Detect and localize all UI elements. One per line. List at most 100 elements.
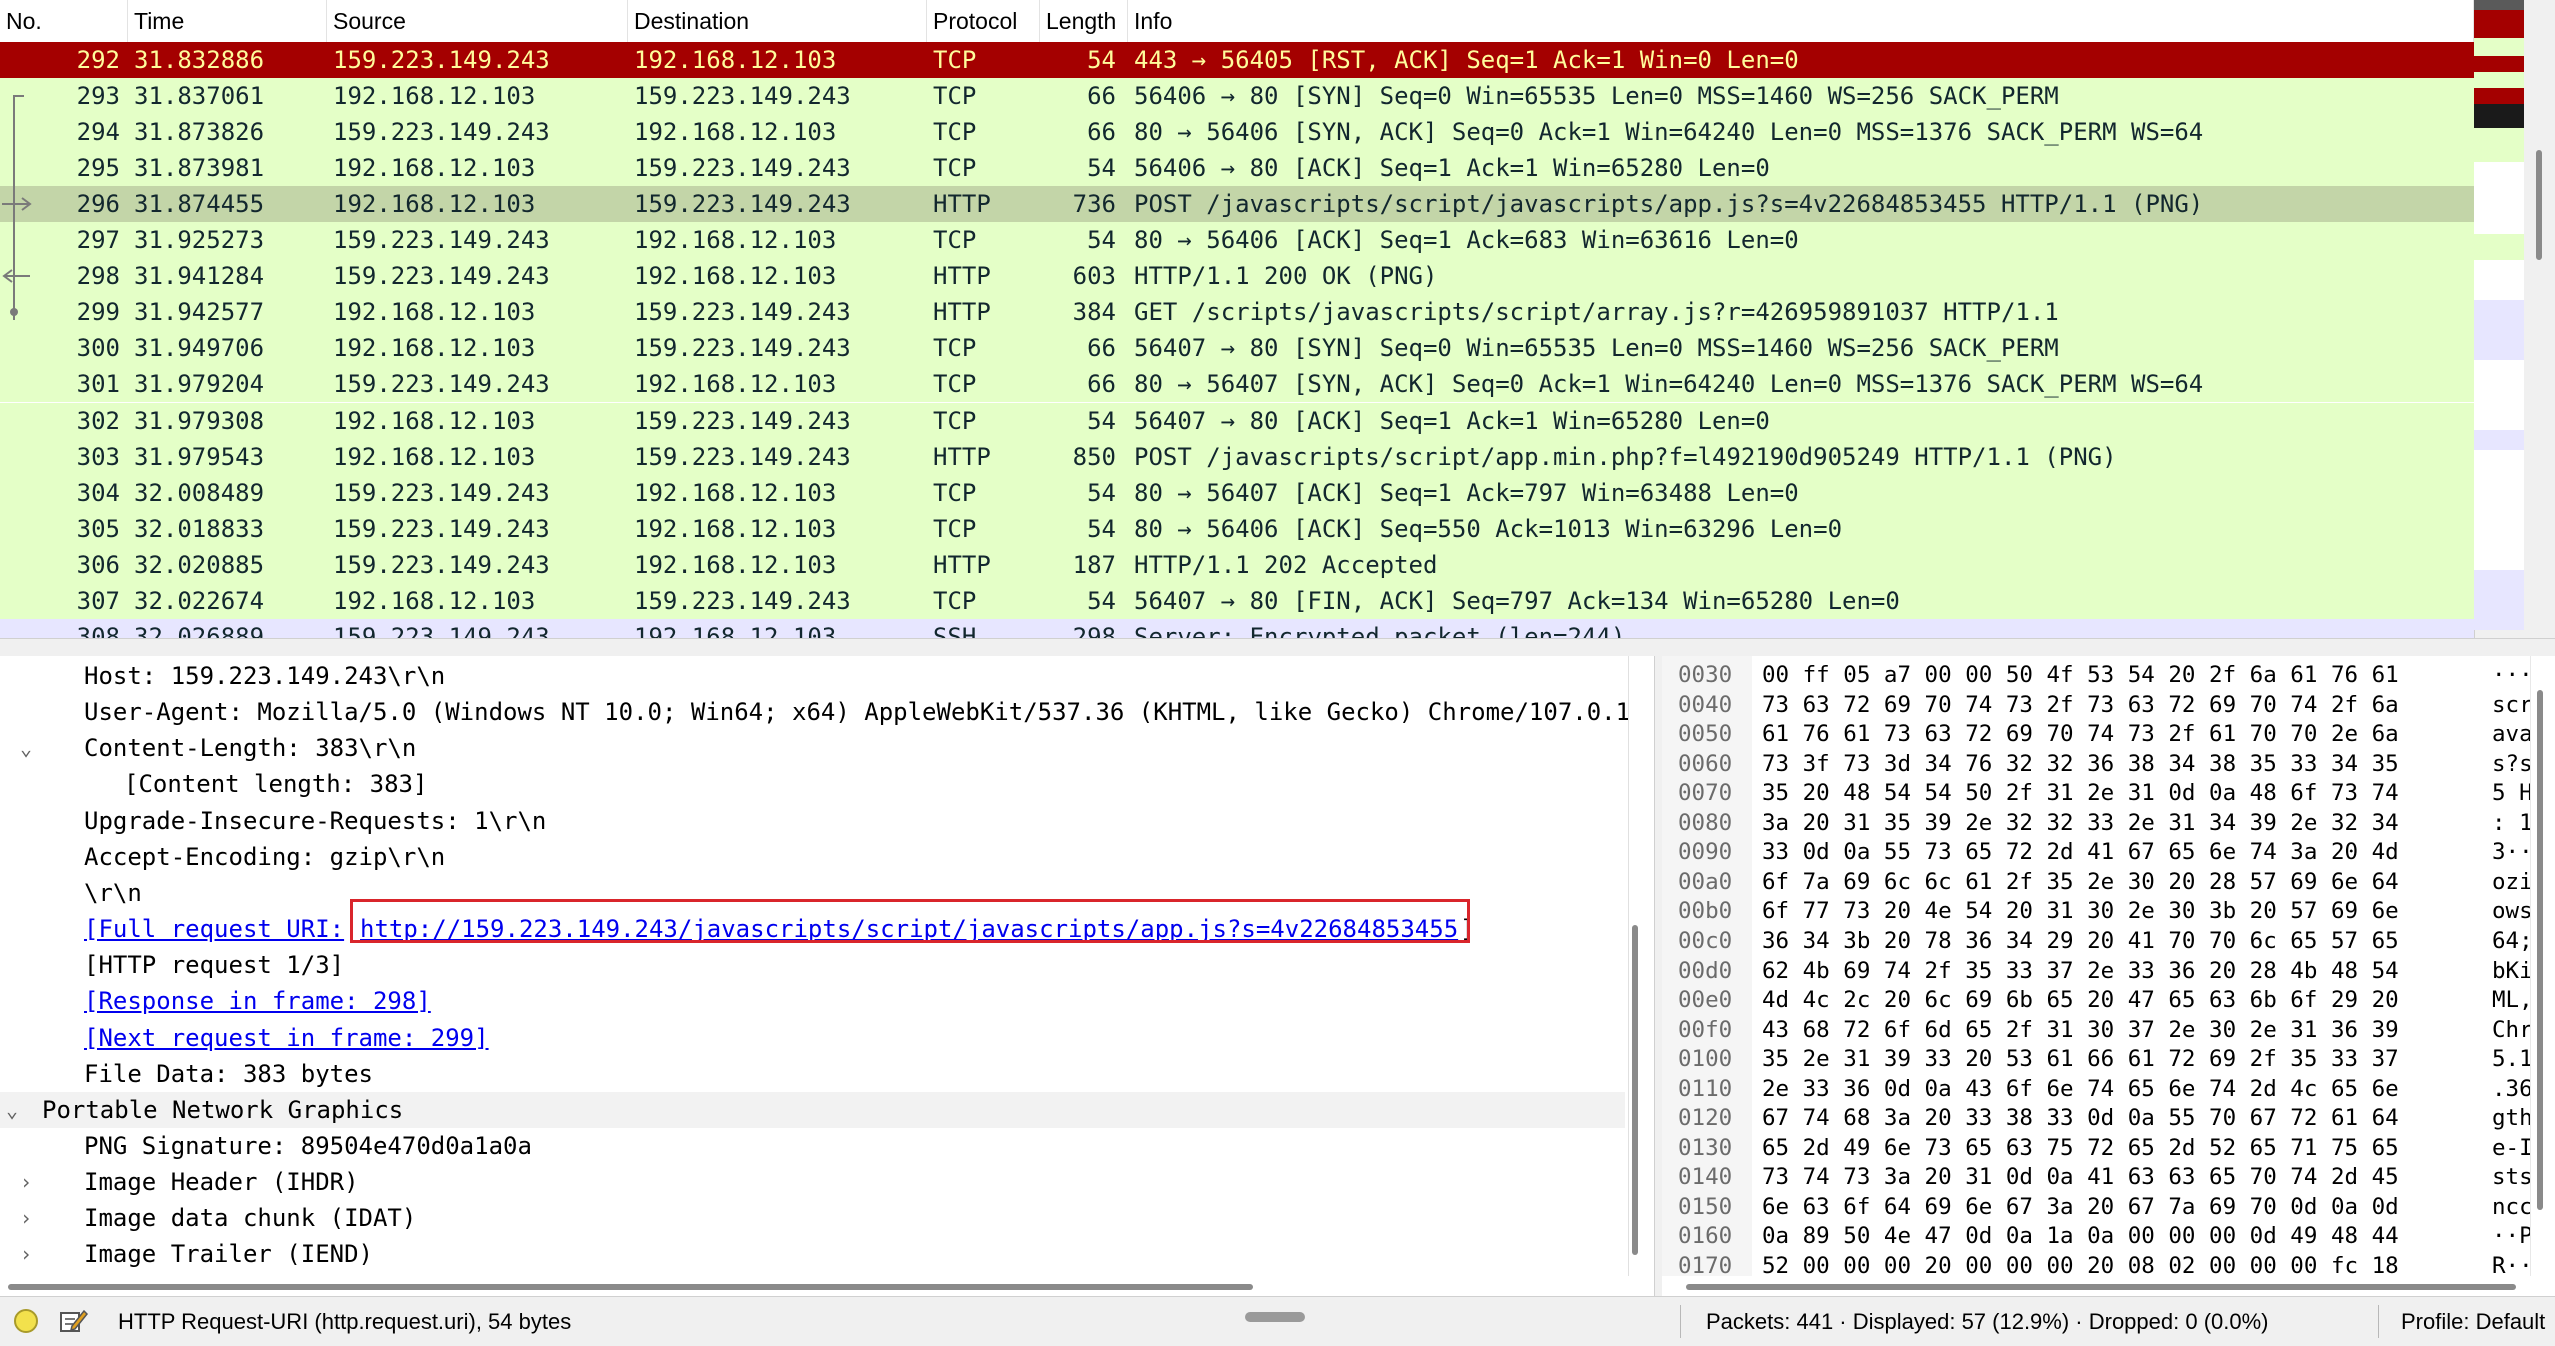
bytes-ascii[interactable]: ··P [2492,1221,2533,1251]
bytes-hex[interactable]: 6f 77 73 20 4e 54 20 31 30 2e 30 3b 20 5… [1762,896,2399,926]
bytes-ascii[interactable]: ncc [2492,1192,2533,1222]
bytes-hex[interactable]: 61 76 61 73 63 72 69 70 74 73 2f 61 70 7… [1762,719,2399,749]
packet-row[interactable]: 300 31.949706 192.168.12.103 159.223.149.24… [0,330,2474,367]
bytes-hex[interactable]: 2e 33 36 0d 0a 43 6f 6e 74 65 6e 74 2d 4… [1762,1074,2399,1104]
bytes-ascii[interactable]: 64; [2492,926,2533,956]
bytes-ascii[interactable]: 5 H [2492,778,2533,808]
packet-row[interactable]: 297 31.925273 159.223.149.243 192.168.12.10… [0,222,2474,259]
bytes-hex[interactable]: 65 2d 49 6e 73 65 63 75 72 65 2d 52 65 7… [1762,1133,2399,1163]
packet-row[interactable]: 295 31.873981 192.168.12.103 159.223.149.24… [0,150,2474,187]
bytes-hex[interactable]: 6f 7a 69 6c 6c 61 2f 35 2e 30 20 28 57 6… [1762,867,2399,897]
details-row[interactable]: [Content length: 383] [0,766,1625,802]
bytes-ascii[interactable]: ozi [2492,867,2533,897]
full-request-uri-label[interactable]: [Full request URI: [84,911,344,947]
bytes-hex[interactable]: 35 20 48 54 54 50 2f 31 2e 31 0d 0a 48 6… [1762,778,2399,808]
bytes-hex[interactable]: 73 74 73 3a 20 31 0d 0a 41 63 63 65 70 7… [1762,1162,2399,1192]
bytes-row[interactable]: 0150 6e 63 6f 64 69 6e 67 3a 20 67 7a 69 … [1662,1192,2555,1222]
details-row[interactable]: User-Agent: Mozilla/5.0 (Windows NT 10.0… [0,694,1628,730]
bytes-ascii[interactable]: R·· [2492,1251,2533,1276]
column-header[interactable]: Length [1040,0,1128,42]
packet-row[interactable]: 294 31.873826 159.223.149.243 192.168.12.10… [0,114,2474,151]
details-row[interactable]: Accept-Encoding: gzip\r\n [0,839,1625,875]
bytes-hex[interactable]: 6e 63 6f 64 69 6e 67 3a 20 67 7a 69 70 0… [1762,1192,2399,1222]
details-row[interactable]: Host: 159.223.149.243\r\n [0,658,1625,694]
bytes-row[interactable]: 0160 0a 89 50 4e 47 0d 0a 1a 0a 00 00 00 … [1662,1221,2555,1251]
bytes-row[interactable]: 00d0 62 4b 69 74 2f 35 33 37 2e 33 36 20 … [1662,956,2555,986]
packet-row[interactable]: 307 32.022674 192.168.12.103 159.223.149.24… [0,582,2474,619]
bytes-hex[interactable]: 0a 89 50 4e 47 0d 0a 1a 0a 00 00 00 0d 4… [1762,1221,2399,1251]
bytes-hex[interactable]: 36 34 3b 20 78 36 34 29 20 41 70 70 6c 6… [1762,926,2399,956]
bytes-row[interactable]: 0120 67 74 68 3a 20 33 38 33 0d 0a 55 70 … [1662,1103,2555,1133]
bytes-ascii[interactable]: scr [2492,690,2533,720]
details-row[interactable]: ⌄ Content-Length: 383\r\n [0,730,1625,766]
bytes-ascii[interactable]: Chr [2492,1015,2533,1045]
bytes-ascii[interactable]: 5.1 [2492,1044,2533,1074]
details-horizontal-scroll-thumb[interactable] [8,1284,1253,1290]
bytes-hex[interactable]: 4d 4c 2c 20 6c 69 6b 65 20 47 65 63 6b 6… [1762,985,2399,1015]
bytes-row[interactable]: 0130 65 2d 49 6e 73 65 63 75 72 65 2d 52 … [1662,1133,2555,1163]
details-row[interactable]: › Image Header (IHDR) [0,1164,1625,1200]
bytes-hex[interactable]: 73 63 72 69 70 74 73 2f 73 63 72 69 70 7… [1762,690,2399,720]
details-row[interactable]: › Image data chunk (IDAT) [0,1200,1625,1236]
packet-row[interactable]: 304 32.008489 159.223.149.243 192.168.12.10… [0,474,2474,511]
bytes-row[interactable]: 0170 52 00 00 00 20 00 00 00 20 08 02 00 … [1662,1251,2555,1276]
bytes-ascii[interactable]: .36 [2492,1074,2533,1104]
bytes-hex[interactable]: 33 0d 0a 55 73 65 72 2d 41 67 65 6e 74 3… [1762,837,2399,867]
bytes-horizontal-scroll-thumb[interactable] [1686,1284,2516,1290]
packet-row[interactable]: 292 31.832886 159.223.149.243 192.168.12.10… [0,42,2474,78]
details-row[interactable]: Upgrade-Insecure-Requests: 1\r\n [0,803,1625,839]
expand-arrow-icon[interactable]: › [20,1236,32,1272]
bytes-ascii[interactable]: gth [2492,1103,2533,1133]
details-row[interactable]: [Response in frame: 298] [0,983,1625,1019]
packet-row[interactable]: 302 31.979308 192.168.12.103 159.223.149.24… [0,402,2474,439]
pane-splitter[interactable] [0,638,2555,658]
column-header[interactable]: Time [128,0,327,42]
column-header[interactable]: Source [327,0,628,42]
frame-link[interactable]: [Response in frame: 298] [84,983,431,1019]
bytes-row[interactable]: 0100 35 2e 31 39 33 20 53 61 66 61 72 69 … [1662,1044,2555,1074]
bytes-row[interactable]: 0030 00 ff 05 a7 00 00 50 4f 53 54 20 2f … [1662,660,2555,690]
bytes-ascii[interactable]: 3·· [2492,837,2533,867]
packet-row[interactable]: 296 31.874455 192.168.12.103 159.223.149.24… [0,186,2474,223]
collapse-arrow-icon[interactable]: ⌄ [20,730,32,766]
packet-row[interactable]: 298 31.941284 159.223.149.243 192.168.12.10… [0,258,2474,295]
packet-bytes-pane[interactable]: 0030 00 ff 05 a7 00 00 50 4f 53 54 20 2f … [1662,656,2555,1276]
details-section-row[interactable]: ⌄ Portable Network Graphics [0,1091,1625,1128]
packet-list-scroll-thumb[interactable] [2536,150,2542,260]
status-profile[interactable]: Profile: Default [2401,1297,2545,1346]
bytes-ascii[interactable]: s?s [2492,749,2533,779]
bytes-hex[interactable]: 67 74 68 3a 20 33 38 33 0d 0a 55 70 67 7… [1762,1103,2399,1133]
bytes-row[interactable]: 0070 35 20 48 54 54 50 2f 31 2e 31 0d 0a … [1662,778,2555,808]
details-row[interactable]: [HTTP request 1/3] [0,947,1625,983]
bytes-ascii[interactable]: ows [2492,896,2533,926]
bytes-row[interactable]: 0050 61 76 61 73 63 72 69 70 74 73 2f 61 … [1662,719,2555,749]
bytes-row[interactable]: 00c0 36 34 3b 20 78 36 34 29 20 41 70 70 … [1662,926,2555,956]
capture-comment-icon[interactable] [58,1307,88,1335]
expert-info-icon[interactable] [14,1309,38,1333]
bytes-row[interactable]: 00e0 4d 4c 2c 20 6c 69 6b 65 20 47 65 63 … [1662,985,2555,1015]
bytes-row[interactable]: 0080 3a 20 31 35 39 2e 32 32 33 2e 31 34 … [1662,808,2555,838]
bytes-hex[interactable]: 52 00 00 00 20 00 00 00 20 08 02 00 00 0… [1762,1251,2399,1276]
details-row[interactable]: File Data: 383 bytes [0,1056,1625,1092]
details-row[interactable]: PNG Signature: 89504e470d0a1a0a [0,1128,1625,1164]
bytes-row[interactable]: 0110 2e 33 36 0d 0a 43 6f 6e 74 65 6e 74 … [1662,1074,2555,1104]
splitter-grip[interactable] [1245,1312,1305,1322]
bytes-row[interactable]: 0060 73 3f 73 3d 34 76 32 32 36 38 34 38 … [1662,749,2555,779]
bytes-ascii[interactable]: ML, [2492,985,2533,1015]
details-vertical-scroll-thumb[interactable] [1632,925,1638,1255]
frame-link[interactable]: [Next request in frame: 299] [84,1020,489,1056]
collapse-arrow-icon[interactable]: ⌄ [6,1092,18,1128]
bytes-hex[interactable]: 43 68 72 6f 6d 65 2f 31 30 37 2e 30 2e 3… [1762,1015,2399,1045]
column-header[interactable]: Info [1128,0,2474,42]
packet-list[interactable]: No. Time Source Destination Protocol Length In… [0,0,2474,638]
packet-details-pane[interactable]: Host: 159.223.149.243\r\n User-Agent: Moz… [0,656,1628,1276]
bytes-row[interactable]: 0040 73 63 72 69 70 74 73 2f 73 63 72 69 … [1662,690,2555,720]
packet-row[interactable]: 303 31.979543 192.168.12.103 159.223.149.24… [0,438,2474,475]
bytes-ascii[interactable]: e-I [2492,1133,2533,1163]
packet-row[interactable]: 306 32.020885 159.223.149.243 192.168.12.10… [0,546,2474,583]
bytes-hex[interactable]: 73 3f 73 3d 34 76 32 32 36 38 34 38 35 3… [1762,749,2399,779]
bytes-ascii[interactable]: sts [2492,1162,2533,1192]
bytes-row[interactable]: 00f0 43 68 72 6f 6d 65 2f 31 30 37 2e 30 … [1662,1015,2555,1045]
bytes-row[interactable]: 00b0 6f 77 73 20 4e 54 20 31 30 2e 30 3b … [1662,896,2555,926]
bytes-hex[interactable]: 3a 20 31 35 39 2e 32 32 33 2e 31 34 39 2… [1762,808,2399,838]
